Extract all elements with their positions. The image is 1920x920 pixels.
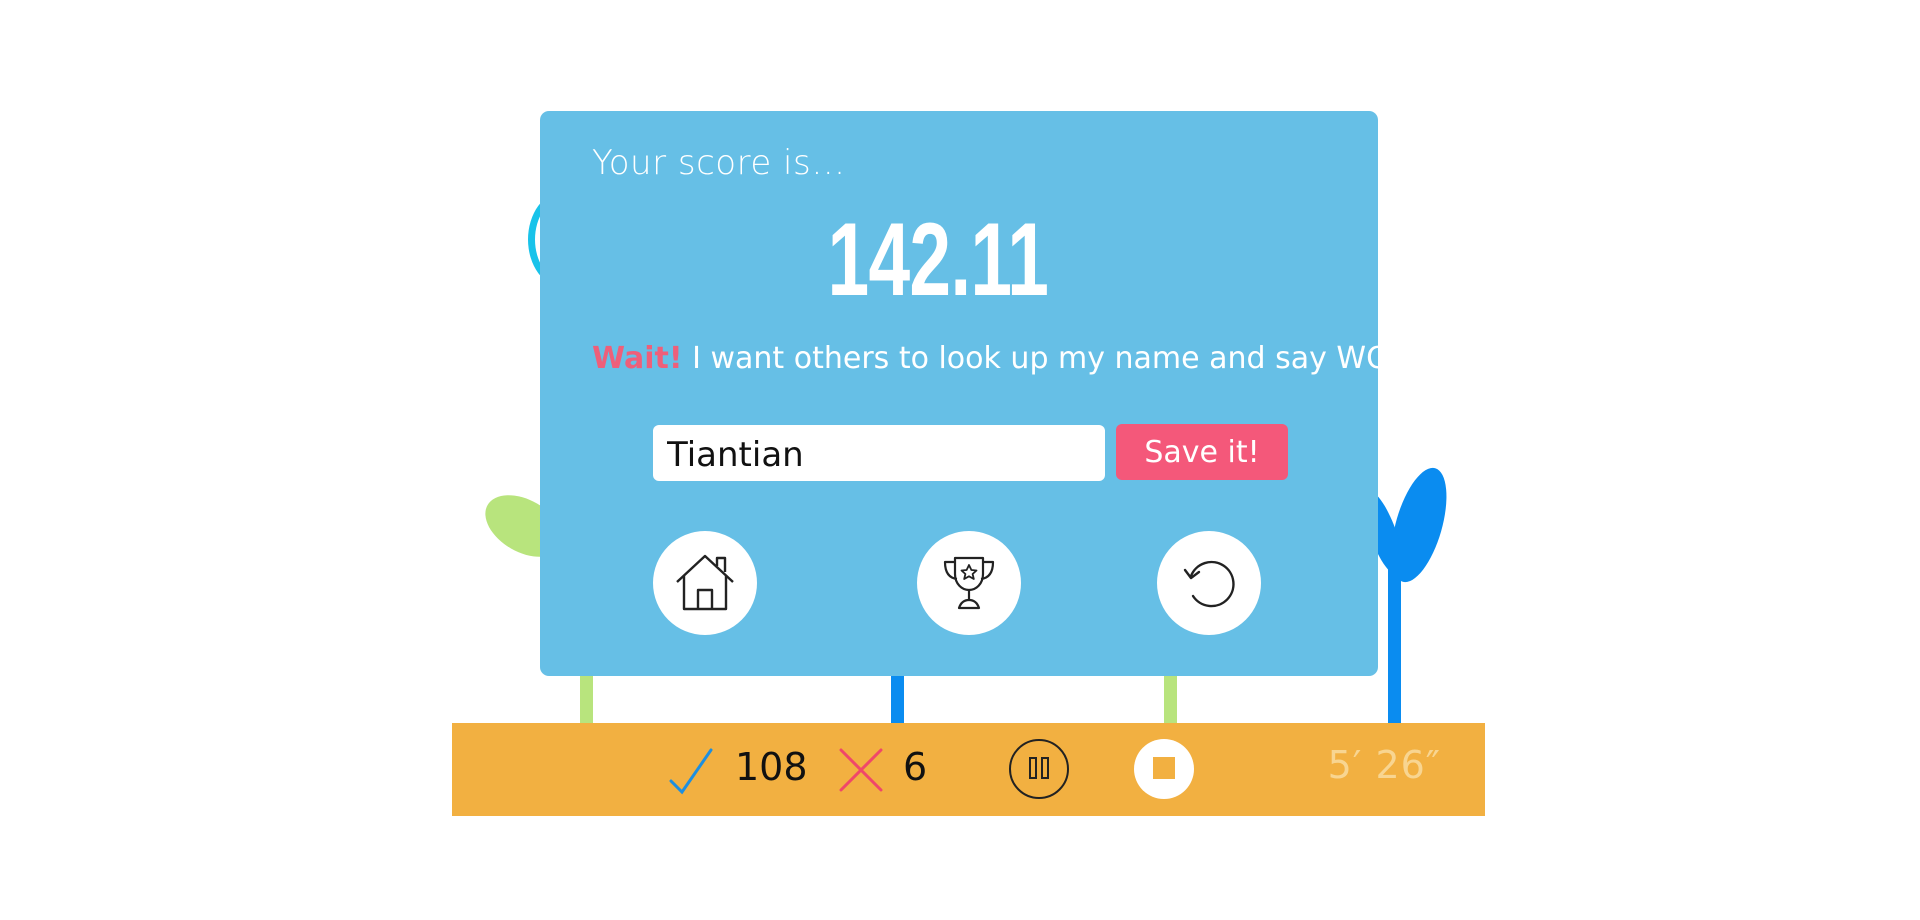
home-icon <box>673 552 737 615</box>
check-icon <box>668 747 714 799</box>
game-scene: Your score is… 142.11 Wait! I want other… <box>0 0 1920 920</box>
cross-icon <box>838 747 884 797</box>
leaderboard-button[interactable] <box>917 531 1021 635</box>
correct-count: 108 <box>735 745 808 789</box>
save-message-text: I want others to look up my name and say… <box>682 341 1450 376</box>
stop-button[interactable] <box>1134 739 1194 799</box>
stop-icon <box>1152 756 1176 783</box>
replay-icon <box>1179 552 1239 615</box>
save-button[interactable]: Save it! <box>1116 424 1288 480</box>
save-message: Wait! I want others to look up my name a… <box>592 341 1449 376</box>
score-modal: Your score is… 142.11 Wait! I want other… <box>540 111 1449 676</box>
status-bar: 108 6 5′ 26″ <box>452 723 1485 816</box>
pause-icon <box>1028 756 1050 783</box>
elapsed-timer: 5′ 26″ <box>1327 743 1441 787</box>
wrong-count: 6 <box>903 745 928 789</box>
pause-button[interactable] <box>1009 739 1069 799</box>
home-button[interactable] <box>653 531 757 635</box>
trophy-icon <box>939 552 999 615</box>
score-value: 142.11 <box>827 202 1049 318</box>
replay-button[interactable] <box>1157 531 1261 635</box>
player-name-input[interactable] <box>653 425 1105 481</box>
score-prompt: Your score is… <box>592 143 846 183</box>
save-message-highlight: Wait! <box>592 341 683 376</box>
